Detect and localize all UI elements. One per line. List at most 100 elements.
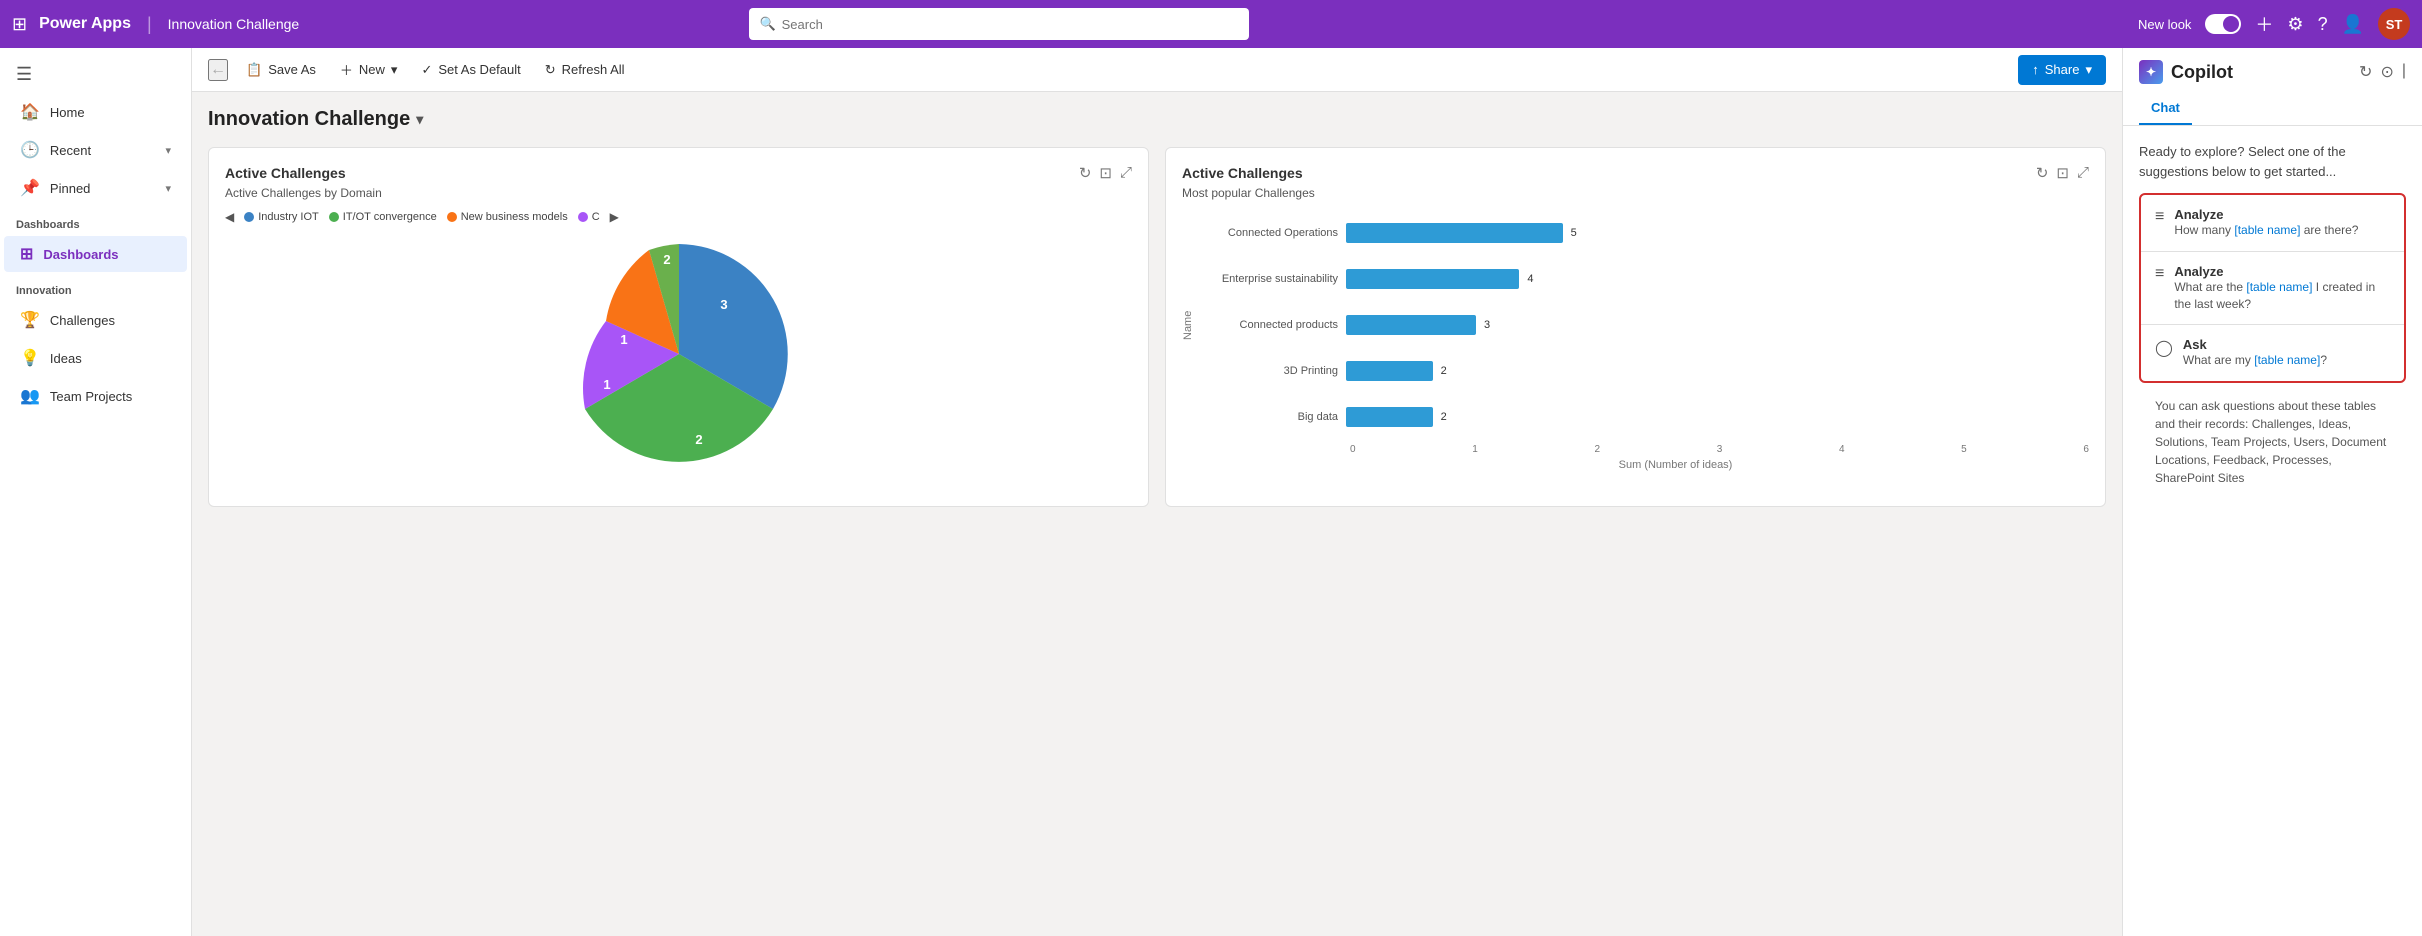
nav-right: New look ＋ ⚙ ? 👤 ST	[2138, 8, 2410, 40]
refresh-all-button[interactable]: ↻ Refresh All	[535, 56, 635, 84]
avatar[interactable]: ST	[2378, 8, 2410, 40]
bar-value-2: 3	[1484, 319, 1490, 331]
bar-label-0: Connected Operations	[1198, 227, 1338, 239]
sidebar-item-label-team-projects: Team Projects	[50, 389, 132, 404]
sidebar-item-ideas[interactable]: 💡 Ideas	[4, 340, 187, 376]
content-area: ← 📋 Save As ＋ New ▾ ✓ Set As Default ↻ R…	[192, 48, 2122, 936]
pie-chart-card: Active Challenges ↻ ⊡ ⤢ Active Challenge…	[208, 147, 1149, 507]
svg-text:1: 1	[603, 377, 610, 392]
pie-expand-icon[interactable]: ⤢	[1120, 164, 1132, 182]
x-axis-label: Sum (Number of ideas)	[1262, 459, 2089, 471]
sidebar-item-label-ideas: Ideas	[50, 351, 82, 366]
suggestion-content-2: Ask What are my [table name]?	[2183, 337, 2327, 369]
set-as-default-label: Set As Default	[438, 62, 520, 77]
top-nav: ⊞ Power Apps | Innovation Challenge 🔍 Ne…	[0, 0, 2422, 48]
brand-name: Power Apps	[39, 15, 131, 33]
copilot-panel: ✦ Copilot ↻ ⊙ | Chat Ready to explore? S…	[2122, 48, 2422, 936]
sidebar-item-team-projects[interactable]: 👥 Team Projects	[4, 378, 187, 414]
bar-fill-1	[1346, 269, 1519, 289]
sidebar-item-label-home: Home	[50, 105, 85, 120]
set-as-default-button[interactable]: ✓ Set As Default	[411, 56, 530, 84]
share-button[interactable]: ↑ Share ▾	[2018, 55, 2106, 85]
legend-item-new-biz: New business models	[447, 211, 568, 223]
copilot-refresh-icon[interactable]: ↻	[2359, 62, 2372, 82]
pie-chart-actions: ↻ ⊡ ⤢	[1079, 164, 1132, 182]
dashboards-icon: ⊞	[20, 244, 33, 264]
bar-fill-3	[1346, 361, 1433, 381]
share-chevron-icon: ▾	[2085, 62, 2092, 78]
sidebar: ☰ 🏠 Home 🕒 Recent ▾ 📌 Pinned ▾ Dashboard…	[0, 48, 192, 936]
sidebar-item-label-challenges: Challenges	[50, 313, 115, 328]
charts-row: Active Challenges ↻ ⊡ ⤢ Active Challenge…	[208, 147, 2106, 507]
copilot-settings-icon[interactable]: ⊙	[2380, 62, 2393, 82]
bar-value-3: 2	[1441, 365, 1447, 377]
legend-prev-icon[interactable]: ◀	[225, 210, 234, 224]
search-bar[interactable]: 🔍	[749, 8, 1249, 40]
back-button[interactable]: ←	[208, 59, 228, 81]
search-input[interactable]	[782, 17, 1240, 32]
sidebar-item-pinned[interactable]: 📌 Pinned ▾	[4, 170, 187, 206]
copilot-suggestion-0[interactable]: ≡ Analyze How many [table name] are ther…	[2141, 195, 2404, 252]
pie-chart-header: Active Challenges ↻ ⊡ ⤢	[225, 164, 1132, 182]
dashboards-section-label: Dashboards	[0, 207, 191, 235]
suggestion-row-1: ≡ Analyze What are the [table name] I cr…	[2155, 264, 2390, 313]
new-look-toggle[interactable]	[2205, 14, 2241, 34]
add-button[interactable]: ＋	[2255, 11, 2273, 37]
recent-icon: 🕒	[20, 140, 40, 160]
svg-text:2: 2	[663, 252, 670, 267]
new-label: New	[359, 62, 385, 77]
sidebar-item-challenges[interactable]: 🏆 Challenges	[4, 302, 187, 338]
copilot-tab-chat[interactable]: Chat	[2139, 92, 2192, 125]
bar-label-3: 3D Printing	[1198, 365, 1338, 377]
sidebar-collapse-button[interactable]: ☰	[0, 56, 191, 93]
user-profile-icon[interactable]: 👤	[2342, 14, 2364, 35]
save-as-icon: 📋	[246, 62, 262, 78]
legend-item-c: C	[578, 211, 600, 223]
copilot-suggestion-2[interactable]: ◯ Ask What are my [table name]?	[2141, 325, 2404, 381]
ideas-icon: 💡	[20, 348, 40, 368]
bar-fill-2	[1346, 315, 1476, 335]
suggestion-row-2: ◯ Ask What are my [table name]?	[2155, 337, 2390, 369]
legend-next-icon[interactable]: ▶	[610, 210, 619, 224]
copilot-suggestions: ≡ Analyze How many [table name] are ther…	[2139, 193, 2406, 383]
bar-value-4: 2	[1441, 411, 1447, 423]
suggestion-content-1: Analyze What are the [table name] I crea…	[2174, 264, 2390, 313]
copilot-close-icon[interactable]: |	[2402, 62, 2406, 82]
help-icon[interactable]: ?	[2318, 14, 2328, 35]
new-look-label: New look	[2138, 17, 2191, 32]
main-layout: ☰ 🏠 Home 🕒 Recent ▾ 📌 Pinned ▾ Dashboard…	[0, 48, 2422, 936]
bar-expand-icon[interactable]: ⤢	[2077, 164, 2089, 182]
sidebar-item-home[interactable]: 🏠 Home	[4, 94, 187, 130]
new-button[interactable]: ＋ New ▾	[330, 54, 408, 85]
bar-rows: Connected Operations 5 Enterprise sustai…	[1198, 210, 2089, 440]
suggestion-text-0: How many [table name] are there?	[2174, 222, 2358, 239]
sidebar-item-dashboards[interactable]: ⊞ Dashboards	[4, 236, 187, 272]
settings-icon[interactable]: ⚙	[2287, 14, 2303, 35]
copilot-suggestion-1[interactable]: ≡ Analyze What are the [table name] I cr…	[2141, 252, 2404, 326]
copilot-logo: ✦	[2139, 60, 2163, 84]
save-as-button[interactable]: 📋 Save As	[236, 56, 326, 84]
bar-chart-subtitle: Most popular Challenges	[1182, 186, 2089, 200]
copilot-footer: You can ask questions about these tables…	[2139, 397, 2406, 503]
bar-label-1: Enterprise sustainability	[1198, 273, 1338, 285]
copilot-title-row: ✦ Copilot	[2139, 60, 2233, 84]
bar-view-icon[interactable]: ⊡	[2056, 164, 2069, 182]
check-icon: ✓	[421, 62, 432, 78]
dashboard-title-chevron[interactable]: ▾	[416, 111, 423, 128]
save-as-label: Save As	[268, 62, 316, 77]
pie-view-icon[interactable]: ⊡	[1099, 164, 1112, 182]
share-label: Share	[2045, 62, 2080, 77]
refresh-icon: ↻	[545, 62, 556, 78]
grid-icon[interactable]: ⊞	[12, 14, 27, 35]
bar-refresh-icon[interactable]: ↻	[2036, 164, 2049, 182]
sidebar-item-label-recent: Recent	[50, 143, 91, 158]
dashboard-area: Innovation Challenge ▾ Active Challenges…	[192, 92, 2122, 936]
svg-text:2: 2	[695, 432, 702, 447]
bar-chart-visual: Name Connected Operations 5 Enterprise s…	[1182, 210, 2089, 490]
bar-fill-0	[1346, 223, 1563, 243]
pie-refresh-icon[interactable]: ↻	[1079, 164, 1092, 182]
bar-chart-card: Active Challenges ↻ ⊡ ⤢ Most popular Cha…	[1165, 147, 2106, 507]
dashboard-title: Innovation Challenge ▾	[208, 108, 2106, 131]
sidebar-item-recent[interactable]: 🕒 Recent ▾	[4, 132, 187, 168]
pie-legend: ◀ Industry IOT IT/OT convergence New bus…	[225, 210, 1132, 224]
